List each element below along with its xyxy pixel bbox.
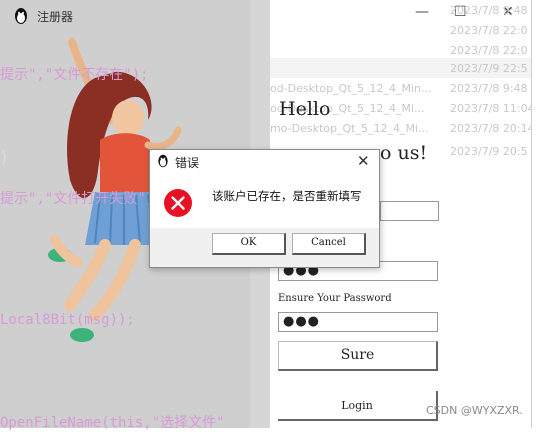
confirm-password-input[interactable]: ●●● xyxy=(278,312,438,332)
username-input[interactable] xyxy=(380,201,439,221)
dialog-titlebar: 错误 ✕ xyxy=(150,150,379,172)
code-line: 提示","文件打开失败") xyxy=(0,191,155,207)
dialog-close-button[interactable]: ✕ xyxy=(357,152,370,170)
welcome-heading: o us! xyxy=(380,142,428,164)
list-item: mo-Desktop_Qt_5_12_4_Mi... 2023/7/8 20:14 xyxy=(270,122,535,135)
window-title: 注册器 xyxy=(37,10,74,24)
penguin-icon xyxy=(15,8,27,24)
watermark: CSDN @WYXZXR. xyxy=(426,404,523,417)
sure-button[interactable]: Sure xyxy=(278,341,438,371)
code-line: OpenFileName(this,"选择文件" xyxy=(0,415,225,431)
ok-button[interactable]: OK xyxy=(212,233,286,255)
code-line: 提示","文件不存在"); xyxy=(0,67,149,83)
hello-heading: Hello xyxy=(279,98,331,120)
dialog-message: 该账户已存在，是否重新填写 xyxy=(212,189,362,203)
confirm-password-label: Ensure Your Password xyxy=(278,293,392,304)
list-item: 2023/7/8 9:48 xyxy=(450,4,528,17)
error-icon xyxy=(164,189,192,217)
window-border xyxy=(531,0,539,428)
login-button[interactable]: Login xyxy=(278,391,438,421)
error-dialog: 错误 ✕ 该账户已存在，是否重新填写 OK Cancel xyxy=(149,149,380,268)
dialog-title: 错误 xyxy=(175,156,200,170)
code-line: Local8Bit(msg)); xyxy=(0,312,135,328)
list-item: 2023/7/8 22:0 xyxy=(450,24,528,37)
cancel-button[interactable]: Cancel xyxy=(292,233,366,255)
code-line: ) xyxy=(0,150,9,166)
list-item: od-Desktop_Qt_5_12_4_Min... 2023/7/8 9:48 xyxy=(270,82,528,95)
penguin-icon xyxy=(158,154,168,168)
list-item: 2023/7/9 22:5 xyxy=(270,58,539,78)
list-item: 2023/7/8 22:0 xyxy=(450,44,528,57)
confirm-password-value: ●●● xyxy=(283,314,321,329)
